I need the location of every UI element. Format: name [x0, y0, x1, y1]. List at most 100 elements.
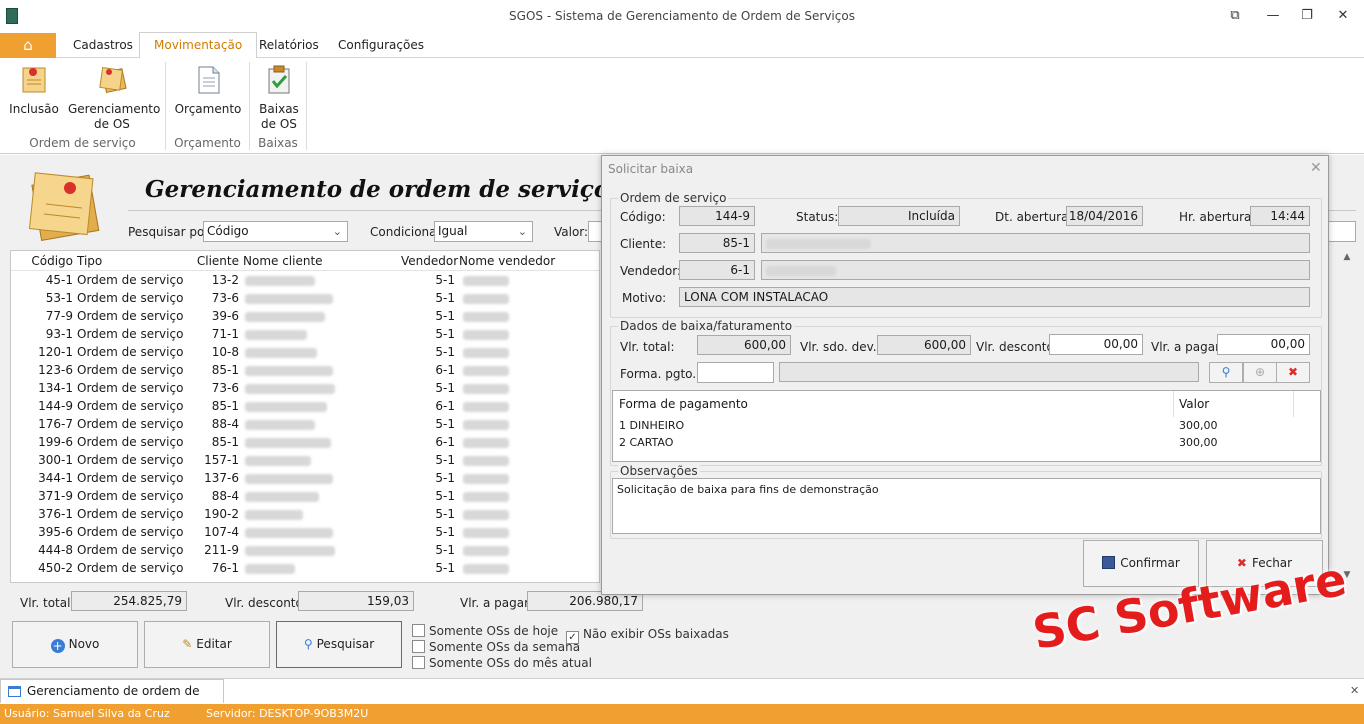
cell-nome-cliente: [245, 271, 315, 289]
checkbox[interactable]: [412, 640, 425, 653]
table-row[interactable]: 300-1 Ordem de serviço 157-1 5-1: [11, 451, 599, 469]
cell-codigo: 144-9: [38, 399, 73, 413]
col-nome-vendedor[interactable]: Nome vendedor: [459, 251, 555, 271]
redacted-text: [463, 527, 509, 538]
table-row[interactable]: 144-9 Ordem de serviço 85-1 6-1: [11, 397, 599, 415]
filter-mes[interactable]: Somente OSs do mês atual: [412, 656, 592, 670]
cell-codigo: 450-2: [38, 561, 73, 575]
filter-nao-exibir[interactable]: ✓ Não exibir OSs baixadas: [566, 627, 729, 644]
baixas-button[interactable]: Baixas de OS: [256, 62, 302, 132]
os-grid[interactable]: Código Tipo Cliente Nome cliente Vendedo…: [10, 250, 600, 583]
orcamento-button[interactable]: Orçamento: [174, 62, 242, 117]
table-row[interactable]: 45-1 Ordem de serviço 13-2 5-1: [11, 271, 599, 289]
minimize-icon[interactable]: —: [1256, 0, 1290, 32]
tab-relatorios[interactable]: Relatórios: [245, 33, 333, 58]
payments-table[interactable]: Forma de pagamento Valor 1 DINHEIRO 300,0…: [612, 390, 1321, 462]
close-icon[interactable]: ✕: [1326, 0, 1360, 32]
table-row[interactable]: 395-6 Ordem de serviço 107-4 5-1: [11, 523, 599, 541]
pesquisar-select[interactable]: Código ⌄: [203, 221, 348, 242]
cell-nome-cliente: [245, 325, 307, 343]
tab-home[interactable]: ⌂: [0, 33, 56, 58]
inclusao-label: Inclusão: [9, 102, 59, 116]
novo-button[interactable]: + Novo: [12, 621, 138, 668]
tab-configuracoes[interactable]: Configurações: [324, 33, 438, 58]
status-usuario: Usuário: Samuel Silva da Cruz: [4, 707, 170, 720]
cell-codigo: 371-9: [38, 489, 73, 503]
col-vendedor[interactable]: Vendedor: [401, 251, 458, 271]
col-codigo[interactable]: Código: [11, 251, 73, 271]
condicional-select[interactable]: Igual ⌄: [434, 221, 533, 242]
cell-nome-cliente: [245, 487, 319, 505]
total-label: Vlr. total:: [20, 596, 75, 610]
obs-text: Solicitação de baixa para fins de demons…: [617, 483, 879, 496]
checkbox-checked[interactable]: ✓: [566, 631, 579, 644]
filter-semana[interactable]: Somente OSs da semana: [412, 640, 580, 654]
table-row[interactable]: 444-8 Ordem de serviço 211-9 5-1: [11, 541, 599, 559]
search-forma-button[interactable]: ⚲: [1209, 362, 1243, 383]
cell-tipo: Ordem de serviço: [77, 291, 184, 305]
inclusao-button[interactable]: Inclusão: [8, 62, 60, 117]
table-row[interactable]: 344-1 Ordem de serviço 137-6 5-1: [11, 469, 599, 487]
col-tipo[interactable]: Tipo: [77, 251, 102, 271]
cell-cliente: 73-6: [211, 291, 239, 305]
gerenciamento-button[interactable]: Gerenciamento de OS: [68, 62, 160, 132]
payment-row[interactable]: 1 DINHEIRO 300,00: [613, 419, 1313, 436]
cell-nome-vendedor: [463, 325, 509, 343]
cell-tipo: Ordem de serviço: [77, 561, 184, 575]
payment-forma: 1 DINHEIRO: [619, 419, 685, 432]
filter-hoje[interactable]: Somente OSs de hoje: [412, 624, 558, 638]
editar-button[interactable]: ✎ Editar: [144, 621, 270, 668]
dt-abertura-label: Dt. abertura:: [995, 210, 1073, 224]
cell-nome-vendedor: [463, 469, 509, 487]
forma-pgto-code-input[interactable]: [697, 362, 774, 383]
table-row[interactable]: 93-1 Ordem de serviço 71-1 5-1: [11, 325, 599, 343]
pesquisar-value: Código: [207, 224, 249, 238]
redacted-text: [245, 545, 335, 556]
redacted-text: [245, 491, 319, 502]
cell-nome-vendedor: [463, 487, 509, 505]
maximize-icon[interactable]: ❐: [1290, 0, 1324, 32]
vlr-pagar-input[interactable]: 00,00: [1217, 334, 1310, 355]
tab-cadastros[interactable]: Cadastros: [59, 33, 147, 58]
grid-scrollbar[interactable]: ▲ ▼: [1338, 252, 1356, 580]
cell-vendedor: 5-1: [435, 381, 455, 395]
pesquisar-button[interactable]: ⚲ Pesquisar: [276, 621, 402, 668]
table-row[interactable]: 123-6 Ordem de serviço 85-1 6-1: [11, 361, 599, 379]
cell-cliente: 157-1: [204, 453, 239, 467]
vlr-desc-input[interactable]: 00,00: [1049, 334, 1143, 355]
tab-movimentacao[interactable]: Movimentação: [139, 32, 258, 59]
cell-nome-cliente: [245, 505, 303, 523]
cell-nome-cliente: [245, 541, 335, 559]
table-row[interactable]: 371-9 Ordem de serviço 88-4 5-1: [11, 487, 599, 505]
doc-tab-gerenciamento[interactable]: Gerenciamento de ordem de serviço: [0, 679, 224, 720]
doc-tab-close-icon[interactable]: ✕: [1350, 684, 1359, 697]
table-row[interactable]: 376-1 Ordem de serviço 190-2 5-1: [11, 505, 599, 523]
scroll-up-icon[interactable]: ▲: [1338, 252, 1356, 262]
ribbon-divider: [306, 62, 307, 150]
add-forma-button[interactable]: ⊕: [1243, 362, 1277, 383]
cell-codigo: 199-6: [38, 435, 73, 449]
vlr-pagar-label: Vlr. a pagar:: [1151, 340, 1224, 354]
col-cliente[interactable]: Cliente: [177, 251, 239, 271]
table-row[interactable]: 53-1 Ordem de serviço 73-6 5-1: [11, 289, 599, 307]
obs-textarea[interactable]: Solicitação de baixa para fins de demons…: [612, 478, 1321, 534]
table-row[interactable]: 77-9 Ordem de serviço 39-6 5-1: [11, 307, 599, 325]
table-row[interactable]: 450-2 Ordem de serviço 76-1 5-1: [11, 559, 599, 577]
cell-vendedor: 5-1: [435, 291, 455, 305]
col-nome-cliente[interactable]: Nome cliente: [243, 251, 323, 271]
table-row[interactable]: 199-6 Ordem de serviço 85-1 6-1: [11, 433, 599, 451]
redacted-text: [245, 527, 333, 538]
payment-row[interactable]: 2 CARTAO 300,00: [613, 436, 1313, 453]
table-row[interactable]: 176-7 Ordem de serviço 88-4 5-1: [11, 415, 599, 433]
pay-col-forma[interactable]: Forma de pagamento: [619, 397, 748, 411]
pay-col-valor[interactable]: Valor: [1179, 397, 1209, 411]
restore-icon[interactable]: ⧉: [1218, 0, 1252, 32]
dialog-close-icon[interactable]: ✕: [1310, 160, 1322, 176]
plus-circle-icon: +: [50, 639, 65, 653]
checkbox[interactable]: [412, 656, 425, 669]
save-disk-icon: [1102, 556, 1116, 569]
delete-forma-button[interactable]: ✖: [1276, 362, 1310, 383]
table-row[interactable]: 134-1 Ordem de serviço 73-6 5-1: [11, 379, 599, 397]
table-row[interactable]: 120-1 Ordem de serviço 10-8 5-1: [11, 343, 599, 361]
checkbox[interactable]: [412, 624, 425, 637]
